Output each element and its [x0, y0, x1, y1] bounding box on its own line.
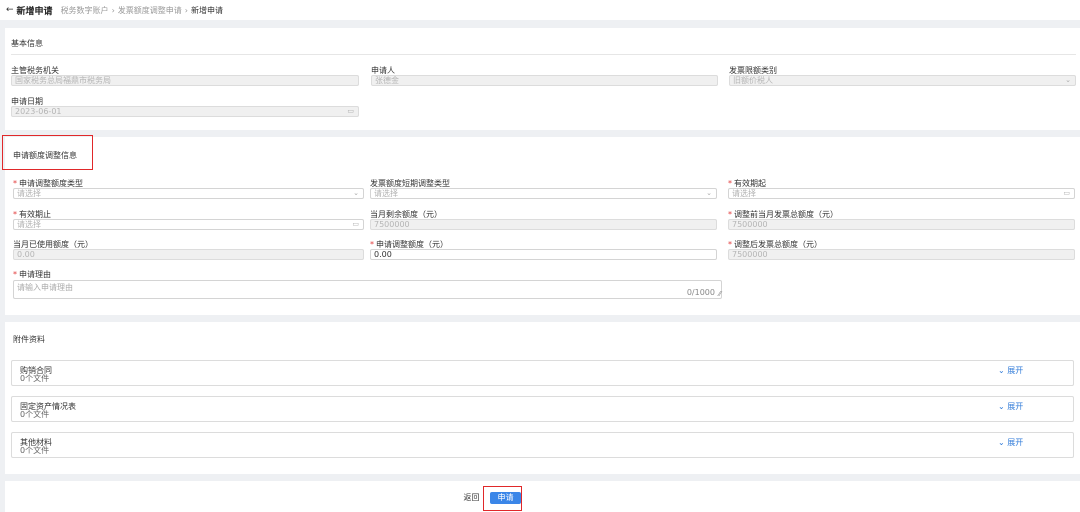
- calendar-icon: ▭: [352, 220, 359, 228]
- applicant-field: 张德金: [371, 75, 718, 86]
- expand-button[interactable]: ⌄ 展开: [998, 437, 1023, 448]
- footer-bar: 返回 申请: [5, 481, 1080, 512]
- calendar-icon: ▭: [347, 107, 354, 115]
- chevron-down-icon: ⌄: [1065, 76, 1071, 84]
- chevron-down-icon: ⌄: [353, 189, 359, 197]
- breadcrumb-item-3: 新增申请: [190, 5, 223, 15]
- top-bar: ← 新增申请 税务数字账户 › 发票额度调整申请 › 新增申请: [0, 0, 1080, 20]
- tax-authority-field: 国家税务总局福鼎市税务局: [11, 75, 359, 86]
- page-title: 新增申请: [16, 6, 53, 17]
- back-arrow-icon[interactable]: ←: [6, 5, 14, 15]
- section-divider: [11, 54, 1076, 55]
- short-term-type-select[interactable]: 请选择 ⌄: [370, 188, 717, 199]
- section-title-adjust: 申请额度调整信息: [13, 151, 77, 160]
- total-after-field: 7500000: [728, 249, 1075, 260]
- reason-textarea[interactable]: 请输入申请理由 0/1000 ⁄⁄: [13, 280, 722, 299]
- attachment-row-purchase-contract: 购销合同 0个文件 ⌄ 展开: [11, 360, 1074, 386]
- valid-to-date-picker[interactable]: 请选择 ▭: [13, 219, 364, 230]
- breadcrumb-item-2[interactable]: 发票额度调整申请: [118, 5, 182, 16]
- attachment-row-other-materials: 其他材料 0个文件 ⌄ 展开: [11, 432, 1074, 458]
- total-before-field: 7500000: [728, 219, 1075, 230]
- adjust-info-card: 申请额度调整信息 * 申请调整额度类型 请选择 ⌄ 发票额度短期调整类型 请选择 ⌄ …: [5, 137, 1080, 315]
- chevron-down-icon: ⌄: [706, 189, 712, 197]
- breadcrumb-item-1[interactable]: 税务数字账户: [61, 5, 109, 16]
- basic-info-card: 基本信息 主管税务机关 国家税务总局福鼎市税务局 申请人 张德金 发票限额类别 …: [5, 28, 1080, 130]
- breadcrumb-separator-icon: ›: [111, 5, 115, 15]
- apply-date-field: 2023-06-01 ▭: [11, 106, 359, 117]
- invoice-quota-type-field: 旧额价税人 ⌄: [729, 75, 1076, 86]
- attachments-card: 附件资料 购销合同 0个文件 ⌄ 展开 固定资产情况表 0个文件 ⌄ 展开 其他…: [5, 322, 1080, 474]
- attachment-row-fixed-assets: 固定资产情况表 0个文件 ⌄ 展开: [11, 396, 1074, 422]
- section-title-basic: 基本信息: [11, 39, 43, 48]
- remaining-field: 7500000: [370, 219, 717, 230]
- expand-button[interactable]: ⌄ 展开: [998, 365, 1023, 376]
- adjust-type-select[interactable]: 请选择 ⌄: [13, 188, 364, 199]
- calendar-icon: ▭: [1063, 189, 1070, 197]
- breadcrumb-separator-icon: ›: [184, 5, 188, 15]
- submit-button[interactable]: 申请: [490, 492, 521, 504]
- section-title-attachments: 附件资料: [13, 335, 45, 344]
- back-button[interactable]: 返回: [457, 492, 486, 504]
- apply-amount-input[interactable]: 0.00: [370, 249, 717, 260]
- resize-handle-icon[interactable]: ⁄⁄: [719, 290, 721, 298]
- expand-button[interactable]: ⌄ 展开: [998, 401, 1023, 412]
- valid-from-date-picker[interactable]: 请选择 ▭: [728, 188, 1075, 199]
- reason-label: * 申请理由: [13, 270, 51, 279]
- used-field: 0.00: [13, 249, 364, 260]
- reason-char-counter: 0/1000: [686, 288, 715, 297]
